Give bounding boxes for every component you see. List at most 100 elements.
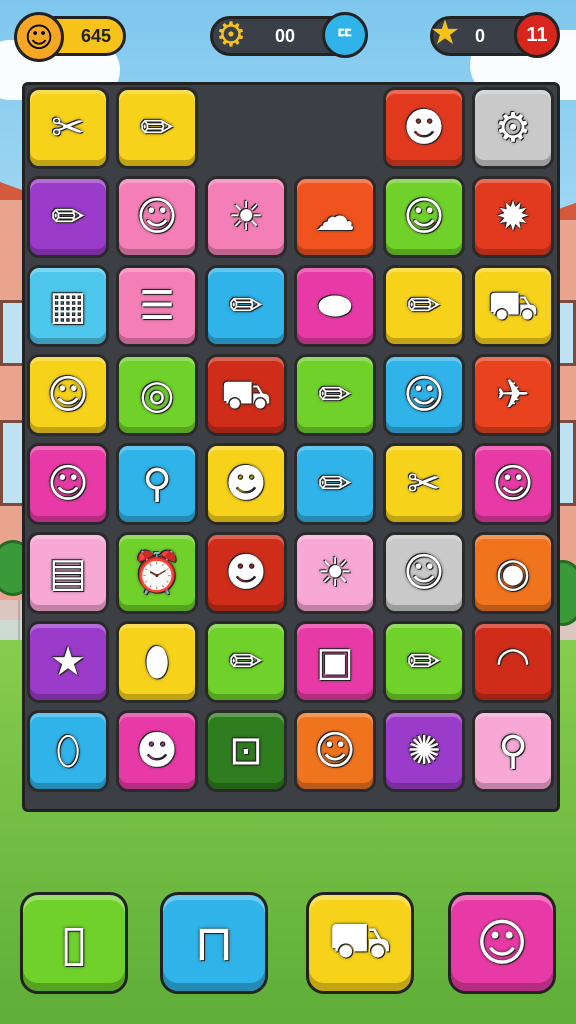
powerup-button-1[interactable]: ▯ <box>20 892 128 994</box>
gear-counter: 00 <box>274 25 296 46</box>
robot-icon: ⊡ <box>229 728 263 774</box>
water-drop-icon: ⬯ <box>55 728 81 774</box>
tile-r4-c4[interactable]: ✏ <box>294 354 376 436</box>
tile-r6-c3[interactable]: ☻ <box>205 532 287 614</box>
coins-counter: 645 <box>80 25 111 46</box>
lock-bag-icon: ⊓ <box>194 914 234 972</box>
tile-r5-c5[interactable]: ✂ <box>383 443 465 525</box>
hairdryer-icon: ⚙ <box>495 105 531 151</box>
tile-r7-c4[interactable]: ▣ <box>294 621 376 703</box>
scissors-icon: ✂ <box>51 105 85 151</box>
game-scene: 645 ☺ 00 ⚙ ᄄ 0 ★ 11 ✂ ✏ ☻ ⚙ ✏ ☺ ☀ ☁ ☺ ✹ ▦ ☰ ✏ ⬬ ✏ ⛟ ☺ ◎ ⛟ ✏… <box>0 0 576 1024</box>
alarm-clock-icon: ⏰ <box>132 550 182 596</box>
germ-icon: ✹ <box>496 194 530 240</box>
gear-info-button[interactable]: ᄄ <box>322 12 368 58</box>
tile-r6-c6[interactable]: ◉ <box>472 532 554 614</box>
tile-r1-c2[interactable]: ✏ <box>116 87 198 169</box>
tile-r3-c1[interactable]: ▦ <box>27 265 109 347</box>
tile-r8-c4[interactable]: ☺ <box>294 710 376 792</box>
level-button[interactable]: 11 <box>514 12 560 58</box>
tile-r6-c2[interactable]: ⏰ <box>116 532 198 614</box>
pencil-icon: ✏ <box>318 461 352 507</box>
phone-card-icon: ▯ <box>60 914 88 972</box>
toy-car-icon: ⛟ <box>328 910 392 969</box>
powerup-button-2[interactable]: ⊓ <box>160 892 268 994</box>
notepad-icon: ☰ <box>139 283 175 329</box>
smiley-ball-icon: ☺ <box>475 914 529 972</box>
tile-r5-c6[interactable]: ☺ <box>472 443 554 525</box>
girl-face-icon: ☺ <box>47 372 89 418</box>
palette-icon: ▦ <box>49 283 87 329</box>
toy-car-icon: ⛟ <box>220 372 272 418</box>
rainbow-icon: ◠ <box>495 639 531 685</box>
pencil-icon: ✏ <box>229 283 263 329</box>
pencil-icon: ✏ <box>51 194 85 240</box>
powerup-button-4[interactable]: ☺ <box>448 892 556 994</box>
tile-r3-c3[interactable]: ✏ <box>205 265 287 347</box>
magnifier-icon: ⚲ <box>498 728 528 774</box>
tile-r4-c3[interactable]: ⛟ <box>205 354 287 436</box>
punching-bag-icon: ⬮ <box>144 639 170 685</box>
powerup-button-3[interactable]: ⛟ <box>306 892 414 994</box>
game-board: ✂ ✏ ☻ ⚙ ✏ ☺ ☀ ☁ ☺ ✹ ▦ ☰ ✏ ⬬ ✏ ⛟ ☺ ◎ ⛟ ✏ ☺ ✈ ☺ ⚲ ☻ ✏ ✂ ☺ ▤ ⏰ ☻ ☀ ☺ ◉ ★ ⬮ ✏ ▣ ✏ ◠… <box>22 82 560 812</box>
tile-r2-c6[interactable]: ✹ <box>472 176 554 258</box>
tile-r8-c3[interactable]: ⊡ <box>205 710 287 792</box>
tile-r8-c6[interactable]: ⚲ <box>472 710 554 792</box>
tile-r5-c2[interactable]: ⚲ <box>116 443 198 525</box>
pencil-icon: ✏ <box>140 105 174 151</box>
tile-r1-c6[interactable]: ⚙ <box>472 87 554 169</box>
tile-r5-c3[interactable]: ☻ <box>205 443 287 525</box>
sun-icon: ☀ <box>317 550 353 596</box>
tile-r2-c3[interactable]: ☀ <box>205 176 287 258</box>
star-icon: ★ <box>50 639 86 685</box>
tile-r2-c1[interactable]: ✏ <box>27 176 109 258</box>
tile-r5-c1[interactable]: ☺ <box>27 443 109 525</box>
scissors-icon: ✂ <box>407 461 441 507</box>
tile-r4-c5[interactable]: ☺ <box>383 354 465 436</box>
tile-r7-c6[interactable]: ◠ <box>472 621 554 703</box>
flower-icon: ✺ <box>407 728 441 774</box>
tile-r7-c1[interactable]: ★ <box>27 621 109 703</box>
mouse-face-icon: ☺ <box>314 728 356 774</box>
tile-r8-c5[interactable]: ✺ <box>383 710 465 792</box>
boy-hat-icon: ☺ <box>403 550 445 596</box>
tile-r6-c4[interactable]: ☀ <box>294 532 376 614</box>
player-avatar[interactable]: ☺ <box>14 12 64 62</box>
teddy-bear-icon: ☻ <box>136 728 178 774</box>
tile-r3-c6[interactable]: ⛟ <box>472 265 554 347</box>
tile-r6-c5[interactable]: ☺ <box>383 532 465 614</box>
tile-r1-c1[interactable]: ✂ <box>27 87 109 169</box>
tile-r4-c6[interactable]: ✈ <box>472 354 554 436</box>
tile-r2-c5[interactable]: ☺ <box>383 176 465 258</box>
tile-r3-c5[interactable]: ✏ <box>383 265 465 347</box>
target-icon: ◎ <box>139 372 175 418</box>
tile-r3-c4[interactable]: ⬬ <box>294 265 376 347</box>
tile-r7-c5[interactable]: ✏ <box>383 621 465 703</box>
tile-r5-c4[interactable]: ✏ <box>294 443 376 525</box>
gear-icon: ⚙ <box>215 15 247 55</box>
tile-r2-c4[interactable]: ☁ <box>294 176 376 258</box>
tile-r6-c1[interactable]: ▤ <box>27 532 109 614</box>
sun-icon: ☀ <box>228 194 264 240</box>
robot-face-icon: ☻ <box>403 105 445 151</box>
pencil-icon: ✏ <box>318 372 352 418</box>
boy-hat-icon: ☺ <box>136 194 178 240</box>
star-icon: ★ <box>429 13 461 53</box>
paper-plane-icon: ✈ <box>496 372 530 418</box>
stars-counter: 0 <box>474 25 485 46</box>
boy-face-icon: ☺ <box>403 372 445 418</box>
top-hud: 645 ☺ 00 ⚙ ᄄ 0 ★ 11 <box>0 12 576 62</box>
tile-r8-c2[interactable]: ☻ <box>116 710 198 792</box>
tile-r1-c5[interactable]: ☻ <box>383 87 465 169</box>
tile-r8-c1[interactable]: ⬯ <box>27 710 109 792</box>
calculator-icon: ▤ <box>49 550 87 596</box>
slime-icon: ☁ <box>315 194 355 240</box>
tile-r3-c2[interactable]: ☰ <box>116 265 198 347</box>
tile-r2-c2[interactable]: ☺ <box>116 176 198 258</box>
tile-r7-c3[interactable]: ✏ <box>205 621 287 703</box>
spinning-top-icon: ⚲ <box>142 461 172 507</box>
tile-r7-c2[interactable]: ⬮ <box>116 621 198 703</box>
tile-r4-c1[interactable]: ☺ <box>27 354 109 436</box>
tile-r4-c2[interactable]: ◎ <box>116 354 198 436</box>
pencil-icon: ✏ <box>229 639 263 685</box>
